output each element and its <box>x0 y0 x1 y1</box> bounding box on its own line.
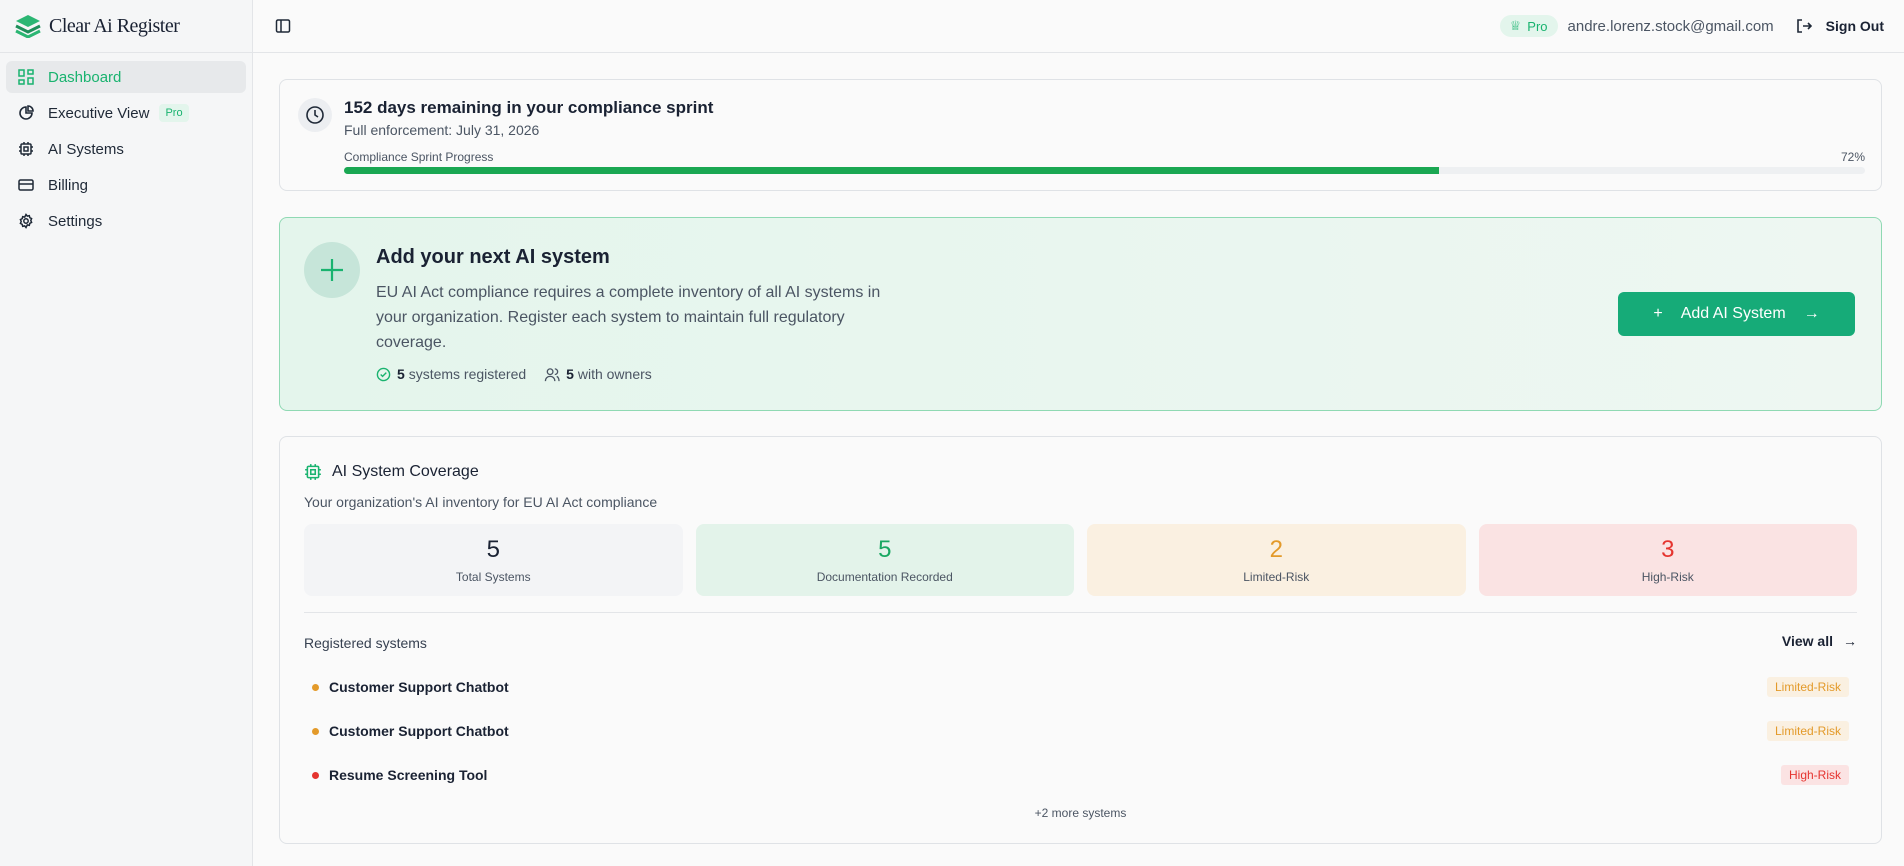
stat-label: Documentation Recorded <box>816 570 953 584</box>
add-description: EU AI Act compliance requires a complete… <box>376 284 881 351</box>
dashboard-icon <box>18 69 34 85</box>
coverage-title: AI System Coverage <box>332 463 479 480</box>
system-row[interactable]: Customer Support Chatbot Limited-Risk <box>312 719 1849 743</box>
sidebar-item-executive-view[interactable]: Executive View Pro <box>6 97 246 129</box>
sidebar-item-label: Dashboard <box>48 68 122 86</box>
logout-icon <box>1796 19 1812 33</box>
check-circle-icon <box>376 367 391 381</box>
system-name: Customer Support Chatbot <box>329 723 509 739</box>
risk-badge: Limited-Risk <box>1766 677 1849 697</box>
sidebar-item-ai-systems[interactable]: AI Systems <box>6 133 246 165</box>
arrow-right-icon: → <box>1803 305 1820 322</box>
view-all-label: View all <box>1781 633 1833 649</box>
more-systems: +2 more systems <box>1034 806 1127 820</box>
sidebar-toggle-icon[interactable] <box>275 18 291 34</box>
coverage-card: AI System Coverage Your organization's A… <box>279 436 1882 844</box>
risk-dot <box>312 727 319 735</box>
top-header: ♕ Pro andre.lorenz.stock@gmail.com Sign O… <box>253 0 1904 53</box>
sidebar-item-label: AI Systems <box>48 140 124 158</box>
view-all-link[interactable]: View all → <box>1782 633 1857 649</box>
stat-high-risk: 3 High-Risk <box>1478 524 1857 596</box>
users-icon <box>544 367 560 381</box>
sign-out-button[interactable]: Sign Out <box>1796 18 1884 34</box>
user-email: andre.lorenz.stock@gmail.com <box>1567 17 1774 35</box>
risk-dot <box>312 771 319 779</box>
sidebar: Clear Ai Register Dashboard Executive Vi… <box>0 0 253 866</box>
clock-icon <box>298 98 332 132</box>
sidebar-item-dashboard[interactable]: Dashboard <box>6 61 246 93</box>
system-row[interactable]: Resume Screening Tool High-Risk <box>312 763 1849 787</box>
stat-documentation: 5 Documentation Recorded <box>695 524 1074 596</box>
sidebar-item-label: Executive View <box>48 104 150 122</box>
pie-chart-icon <box>19 105 34 120</box>
owners-number: 5 <box>566 366 574 382</box>
registered-count: 5 systems registered <box>376 366 526 382</box>
progress-fill <box>344 167 1440 174</box>
system-name: Resume Screening Tool <box>329 767 488 783</box>
plus-icon: + <box>1653 305 1663 322</box>
progress-bar <box>344 167 1865 174</box>
gear-icon <box>19 213 33 229</box>
add-ai-system-button[interactable]: + Add AI System → <box>1618 292 1855 336</box>
add-system-card: Add your next AI system EU AI Act compli… <box>279 217 1882 411</box>
stat-label: High-Risk <box>1641 570 1694 584</box>
cpu-icon <box>305 464 321 480</box>
sidebar-item-label: Settings <box>48 212 103 230</box>
system-name: Customer Support Chatbot <box>329 679 509 695</box>
stat-value: 3 <box>1661 536 1675 563</box>
registered-systems-heading: Registered systems <box>304 635 427 651</box>
risk-badge: High-Risk <box>1780 765 1849 785</box>
cpu-icon <box>19 142 33 156</box>
stat-value: 5 <box>486 536 500 563</box>
sign-out-label: Sign Out <box>1825 18 1884 34</box>
stat-total-systems: 5 Total Systems <box>304 524 683 596</box>
registered-number: 5 <box>397 366 405 382</box>
stat-label: Limited-Risk <box>1243 570 1310 584</box>
compliance-sprint-card: 152 days remaining in your compliance sp… <box>279 79 1882 191</box>
coverage-subtitle: Your organization's AI inventory for EU … <box>304 494 658 510</box>
system-row[interactable]: Customer Support Chatbot Limited-Risk <box>312 675 1849 699</box>
risk-badge: Limited-Risk <box>1766 721 1849 741</box>
sidebar-item-billing[interactable]: Billing <box>6 169 246 201</box>
plus-icon <box>304 242 360 298</box>
credit-card-icon <box>18 179 34 191</box>
layers-logo-icon <box>15 15 41 38</box>
app-name: Clear Ai Register <box>49 14 180 37</box>
owners-count: 5 with owners <box>544 366 652 382</box>
sidebar-item-label: Billing <box>48 176 89 194</box>
stat-value: 5 <box>878 536 892 563</box>
stat-value: 2 <box>1269 536 1283 563</box>
add-button-label: Add AI System <box>1680 305 1786 322</box>
crown-icon: ♕ <box>1509 18 1522 33</box>
registered-label: systems registered <box>408 366 527 382</box>
logo[interactable]: Clear Ai Register <box>0 0 252 53</box>
arrow-right-icon: → <box>1843 633 1857 649</box>
plan-badge: ♕ Pro <box>1499 15 1558 37</box>
stat-label: Total Systems <box>455 570 531 584</box>
sidebar-item-settings[interactable]: Settings <box>6 205 246 237</box>
owners-label: with owners <box>577 366 652 382</box>
add-title: Add your next AI system <box>376 246 610 268</box>
sprint-title: 152 days remaining in your compliance sp… <box>344 98 714 117</box>
divider <box>304 612 1857 613</box>
progress-percent: 72% <box>1840 150 1865 164</box>
pro-badge: Pro <box>159 104 189 122</box>
sprint-subtitle: Full enforcement: July 31, 2026 <box>344 122 540 138</box>
progress-label: Compliance Sprint Progress <box>344 150 494 164</box>
plan-label: Pro <box>1527 18 1548 34</box>
stat-limited-risk: 2 Limited-Risk <box>1087 524 1466 596</box>
risk-dot <box>312 683 319 691</box>
